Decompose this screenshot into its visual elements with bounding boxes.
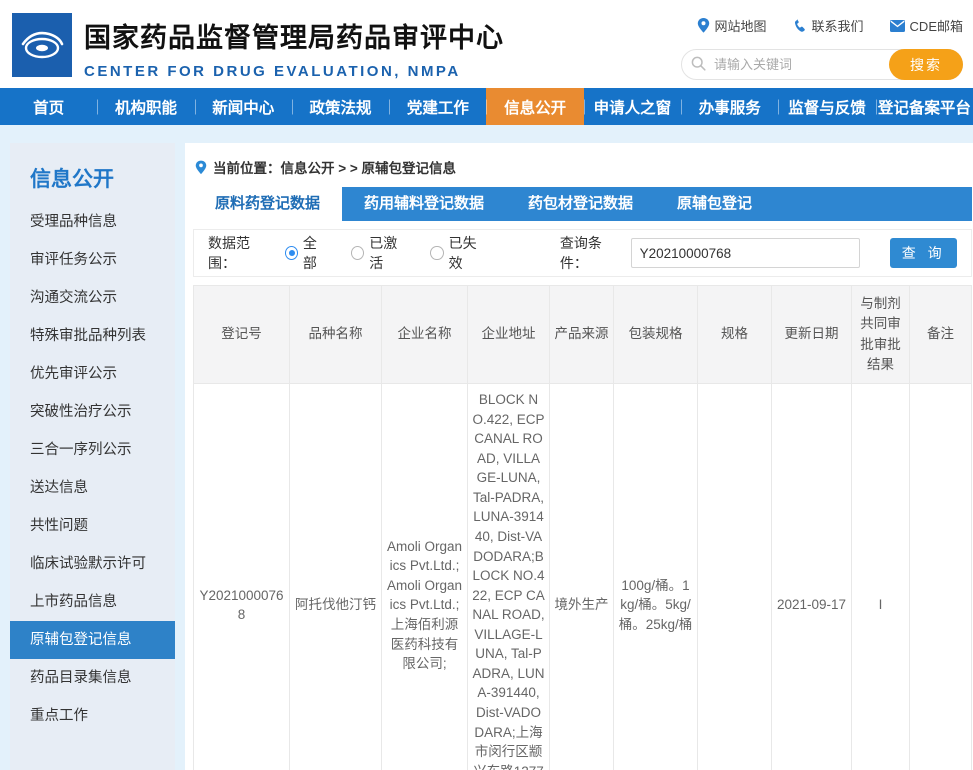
radio-activated-label: 已激活 bbox=[369, 233, 408, 273]
tab-bar: 原料药登记数据 药用辅料登记数据 药包材登记数据 原辅包登记 bbox=[193, 187, 972, 221]
radio-all[interactable]: 全部 bbox=[285, 233, 329, 273]
radio-activated[interactable]: 已激活 bbox=[351, 233, 408, 273]
col-registration-no: 登记号 bbox=[194, 286, 290, 384]
sidebar-item-delivery-info[interactable]: 送达信息 bbox=[10, 469, 175, 507]
breadcrumb: 当前位置：信息公开 > > 原辅包登记信息 bbox=[193, 151, 972, 187]
header-right: 网站地图 联系我们 CDE邮箱 搜索 bbox=[675, 10, 963, 80]
nav-item-info-disclosure[interactable]: 信息公开 bbox=[486, 88, 583, 125]
tab-api-registration[interactable]: 原料药登记数据 bbox=[193, 187, 342, 221]
col-company-address: 企业地址 bbox=[468, 286, 550, 384]
query-button[interactable]: 查 询 bbox=[890, 238, 957, 268]
col-company-name: 企业名称 bbox=[382, 286, 468, 384]
registration-table: 登记号 品种名称 企业名称 企业地址 产品来源 包装规格 规格 更新日期 与制剂… bbox=[193, 285, 972, 770]
sidebar-item-clinical-trial[interactable]: 临床试验默示许可 bbox=[10, 545, 175, 583]
col-remarks: 备注 bbox=[910, 286, 972, 384]
radio-expired-dot-icon bbox=[430, 246, 443, 260]
mail-icon bbox=[890, 20, 905, 32]
brand-text: 国家药品监督管理局药品审评中心 CENTER FOR DRUG EVALUATI… bbox=[84, 10, 504, 80]
nav-item-org[interactable]: 机构职能 bbox=[97, 88, 194, 125]
radio-activated-dot-icon bbox=[351, 246, 364, 260]
nav-item-policy[interactable]: 政策法规 bbox=[292, 88, 389, 125]
cell-company-name: Amoli Organics Pvt.Ltd.;Amoli Organics P… bbox=[382, 384, 468, 770]
radio-all-dot-icon bbox=[285, 246, 298, 260]
contact-label: 联系我们 bbox=[812, 16, 864, 35]
sidebar-item-common-issues[interactable]: 共性问题 bbox=[10, 507, 175, 545]
mail-link[interactable]: CDE邮箱 bbox=[890, 16, 963, 35]
col-variety-name: 品种名称 bbox=[290, 286, 382, 384]
nav-item-registration-platform[interactable]: 登记备案平台 bbox=[876, 88, 973, 125]
main-nav: 首页 机构职能 新闻中心 政策法规 党建工作 信息公开 申请人之窗 办事服务 监… bbox=[0, 88, 973, 125]
search-button[interactable]: 搜索 bbox=[889, 49, 963, 80]
site-header: 国家药品监督管理局药品审评中心 CENTER FOR DRUG EVALUATI… bbox=[0, 0, 973, 88]
sidebar-item-special-approval[interactable]: 特殊审批品种列表 bbox=[10, 317, 175, 355]
radio-expired[interactable]: 已失效 bbox=[430, 233, 487, 273]
sidebar-item-communication[interactable]: 沟通交流公示 bbox=[10, 279, 175, 317]
contact-link[interactable]: 联系我们 bbox=[793, 16, 864, 35]
col-update-date: 更新日期 bbox=[772, 286, 852, 384]
sidebar-item-review-tasks[interactable]: 审评任务公示 bbox=[10, 241, 175, 279]
sitemap-label: 网站地图 bbox=[715, 16, 767, 35]
cell-spec bbox=[698, 384, 772, 770]
cell-packaging-spec: 100g/桶。1kg/桶。5kg/桶。25kg/桶 bbox=[614, 384, 698, 770]
cde-logo-icon bbox=[19, 22, 65, 68]
radio-expired-label: 已失效 bbox=[449, 233, 488, 273]
cde-logo bbox=[12, 13, 72, 77]
cell-joint-review-result: I bbox=[852, 384, 910, 770]
brand: 国家药品监督管理局药品审评中心 CENTER FOR DRUG EVALUATI… bbox=[12, 10, 504, 80]
cell-variety-name: 阿托伐他汀钙 bbox=[290, 384, 382, 770]
sidebar-item-raw-material-registration[interactable]: 原辅包登记信息 bbox=[10, 621, 175, 659]
sitemap-link[interactable]: 网站地图 bbox=[697, 16, 767, 35]
scope-label: 数据范围： bbox=[208, 233, 275, 273]
col-product-source: 产品来源 bbox=[550, 286, 614, 384]
nav-item-party[interactable]: 党建工作 bbox=[389, 88, 486, 125]
site-search: 搜索 bbox=[681, 49, 963, 80]
col-spec: 规格 bbox=[698, 286, 772, 384]
scope-radio-group: 全部 已激活 已失效 bbox=[285, 233, 488, 273]
breadcrumb-pin-icon bbox=[195, 160, 207, 175]
radio-all-label: 全部 bbox=[303, 233, 329, 273]
query-label: 查询条件： bbox=[560, 233, 627, 273]
mail-label: CDE邮箱 bbox=[910, 16, 963, 35]
tab-packaging-registration[interactable]: 药包材登记数据 bbox=[506, 187, 655, 221]
table-row: Y20210000768 阿托伐他汀钙 Amoli Organics Pvt.L… bbox=[194, 384, 972, 770]
sidebar-item-breakthrough-therapy[interactable]: 突破性治疗公示 bbox=[10, 393, 175, 431]
main-panel: 当前位置：信息公开 > > 原辅包登记信息 原料药登记数据 药用辅料登记数据 药… bbox=[185, 143, 973, 770]
nav-item-applicant[interactable]: 申请人之窗 bbox=[584, 88, 681, 125]
sidebar-item-drug-catalog[interactable]: 药品目录集信息 bbox=[10, 659, 175, 697]
nav-item-home[interactable]: 首页 bbox=[0, 88, 97, 125]
breadcrumb-text: 当前位置：信息公开 > > 原辅包登记信息 bbox=[213, 157, 456, 177]
site-subtitle: CENTER FOR DRUG EVALUATION, NMPA bbox=[84, 63, 504, 80]
sidebar-item-three-in-one[interactable]: 三合一序列公示 bbox=[10, 431, 175, 469]
query-input[interactable] bbox=[631, 238, 861, 268]
sidebar-title: 信息公开 bbox=[10, 155, 175, 203]
search-icon bbox=[691, 56, 706, 71]
phone-icon bbox=[793, 19, 807, 33]
sidebar: 信息公开 受理品种信息 审评任务公示 沟通交流公示 特殊审批品种列表 优先审评公… bbox=[10, 143, 175, 770]
tab-excipient-registration[interactable]: 药用辅料登记数据 bbox=[342, 187, 506, 221]
nav-item-news[interactable]: 新闻中心 bbox=[195, 88, 292, 125]
sidebar-item-priority-review[interactable]: 优先审评公示 bbox=[10, 355, 175, 393]
sidebar-item-key-work[interactable]: 重点工作 bbox=[10, 697, 175, 735]
cell-update-date: 2021-09-17 bbox=[772, 384, 852, 770]
col-packaging-spec: 包装规格 bbox=[614, 286, 698, 384]
cell-product-source: 境外生产 bbox=[550, 384, 614, 770]
quick-links: 网站地图 联系我们 CDE邮箱 bbox=[697, 16, 963, 35]
cell-company-address: BLOCK NO.422, ECP CANAL ROAD, VILLAGE-LU… bbox=[468, 384, 550, 770]
nav-item-supervision[interactable]: 监督与反馈 bbox=[778, 88, 875, 125]
sidebar-item-accepted-varieties[interactable]: 受理品种信息 bbox=[10, 203, 175, 241]
cell-remarks bbox=[910, 384, 972, 770]
filter-row: 数据范围： 全部 已激活 已失效 查询条件： 查 询 bbox=[193, 229, 972, 277]
content-area: 信息公开 受理品种信息 审评任务公示 沟通交流公示 特殊审批品种列表 优先审评公… bbox=[0, 125, 973, 770]
table-header-row: 登记号 品种名称 企业名称 企业地址 产品来源 包装规格 规格 更新日期 与制剂… bbox=[194, 286, 972, 384]
location-pin-icon bbox=[697, 18, 710, 33]
col-joint-review-result: 与制剂共同审批审批结果 bbox=[852, 286, 910, 384]
sidebar-item-marketed-drugs[interactable]: 上市药品信息 bbox=[10, 583, 175, 621]
cell-registration-no: Y20210000768 bbox=[194, 384, 290, 770]
nav-item-services[interactable]: 办事服务 bbox=[681, 88, 778, 125]
tab-raw-aux-pack[interactable]: 原辅包登记 bbox=[655, 187, 774, 221]
site-title: 国家药品监督管理局药品审评中心 bbox=[84, 16, 504, 55]
